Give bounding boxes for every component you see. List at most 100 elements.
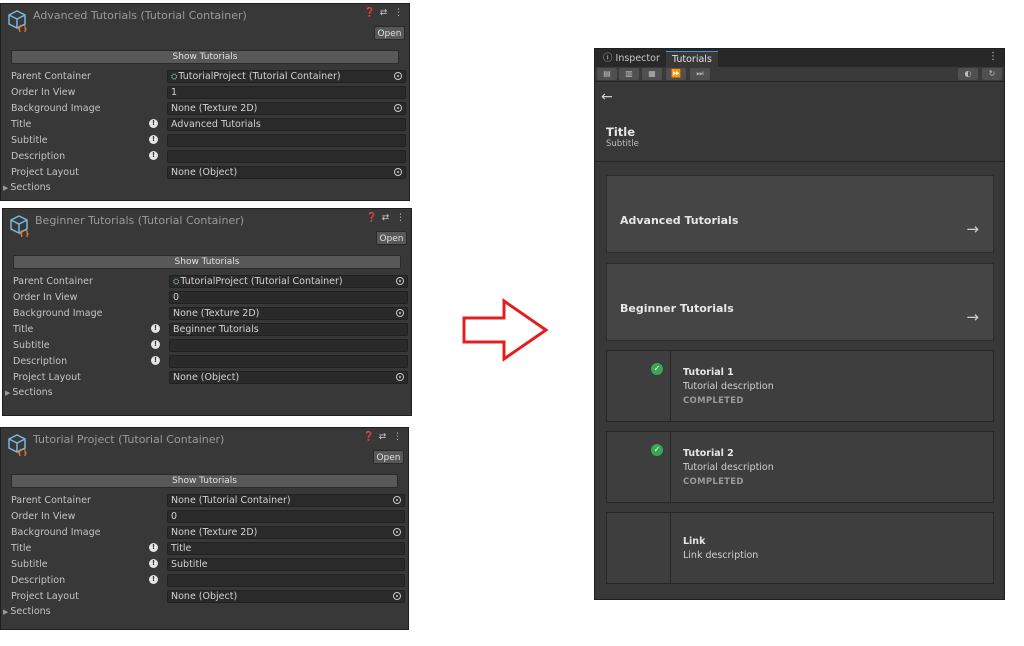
more-icon[interactable]: ⋮ — [396, 213, 405, 223]
row-parent-container: Parent Container ⛭TutorialProject (Tutori… — [3, 274, 411, 290]
warning-icon: ! — [151, 356, 160, 365]
more-icon[interactable]: ⋮ — [988, 51, 998, 62]
project-layout-field[interactable]: None (Object) — [169, 371, 408, 384]
row-background-image: Background Image None (Texture 2D) — [1, 525, 408, 541]
link-item[interactable]: Link Link description — [606, 512, 994, 584]
category-card-beginner[interactable]: Beginner Tutorials → — [606, 263, 994, 341]
open-button[interactable]: Open — [374, 26, 405, 40]
order-in-view-field[interactable]: 0 — [167, 510, 405, 523]
help-icon[interactable]: ❓ — [366, 213, 377, 223]
panel-title: Tutorial Project (Tutorial Container) — [33, 433, 225, 446]
check-icon: ✓ — [651, 444, 663, 456]
row-project-layout: Project Layout None (Object) — [3, 370, 411, 386]
skip-icon[interactable]: ⏭ — [690, 68, 710, 80]
settings-icon[interactable]: ⇄ — [378, 432, 387, 442]
open-button[interactable]: Open — [376, 231, 407, 245]
document-icon[interactable]: ▦ — [642, 68, 662, 80]
warning-icon: ! — [149, 119, 158, 128]
description-field[interactable] — [167, 574, 405, 587]
project-layout-field[interactable]: None (Object) — [167, 166, 406, 179]
tutorials-window: ⓘ Inspector Tutorials ⋮ ▤ ▥ ▦ ⏩ ⏭ ◐ ↻ ← … — [594, 48, 1005, 600]
open-button[interactable]: Open — [373, 450, 404, 464]
tutorial-item[interactable]: ✓ Tutorial 2 Tutorial description COMPLE… — [606, 431, 994, 503]
tutorial-container-icon: {} — [8, 10, 28, 32]
panel-header: {} Beginner Tutorials (Tutorial Containe… — [3, 209, 411, 253]
row-parent-container: Parent Container ⛭TutorialProject (Tutori… — [1, 69, 409, 85]
title-field[interactable]: Title — [167, 542, 405, 555]
parent-container-field[interactable]: ⛭TutorialProject (Tutorial Container) — [169, 275, 408, 288]
background-image-field[interactable]: None (Texture 2D) — [169, 307, 408, 320]
description-field[interactable] — [169, 355, 408, 368]
more-icon[interactable]: ⋮ — [394, 8, 403, 18]
title-field[interactable]: Advanced Tutorials — [167, 118, 406, 131]
object-picker-icon[interactable] — [394, 104, 402, 112]
foldout-arrow-icon: ▶ — [3, 184, 9, 192]
show-tutorials-button[interactable]: Show Tutorials — [13, 255, 401, 269]
subtitle-field[interactable] — [167, 134, 406, 147]
header-divider — [595, 161, 1004, 162]
panel-title: Beginner Tutorials (Tutorial Container) — [35, 214, 245, 227]
object-picker-icon[interactable] — [393, 528, 401, 536]
title-field[interactable]: Beginner Tutorials — [169, 323, 408, 336]
window-subtitle: Subtitle — [606, 139, 639, 149]
mask-icon[interactable]: ◐ — [958, 68, 978, 80]
help-icon[interactable]: ❓ — [364, 8, 375, 18]
window-title: Title — [606, 125, 636, 139]
settings-icon[interactable]: ⇄ — [379, 8, 388, 18]
inspector-panel-beginner: {} Beginner Tutorials (Tutorial Containe… — [2, 208, 412, 416]
sections-foldout[interactable]: ▶ Sections — [1, 181, 409, 195]
info-icon: ⓘ — [603, 53, 616, 64]
order-in-view-field[interactable]: 0 — [169, 291, 408, 304]
row-subtitle: Subtitle! Subtitle — [1, 557, 408, 573]
row-description: Description! — [3, 354, 411, 370]
background-image-field[interactable]: None (Texture 2D) — [167, 526, 405, 539]
parent-container-field[interactable]: ⛭TutorialProject (Tutorial Container) — [167, 70, 406, 83]
svg-text:{}: {} — [17, 25, 28, 32]
refresh-icon[interactable]: ↻ — [982, 68, 1002, 80]
object-picker-icon[interactable] — [396, 373, 404, 381]
order-in-view-field[interactable]: 1 — [167, 86, 406, 99]
tutorial-container-icon: {} — [10, 215, 30, 237]
object-picker-icon[interactable] — [394, 168, 402, 176]
tab-tutorials[interactable]: Tutorials — [666, 51, 718, 68]
row-subtitle: Subtitle! — [1, 133, 409, 149]
subtitle-field[interactable]: Subtitle — [167, 558, 405, 571]
settings-icon[interactable]: ⇄ — [381, 213, 390, 223]
status-label: COMPLETED — [683, 396, 744, 406]
foldout-arrow-icon: ▶ — [3, 608, 9, 616]
check-icon: ✓ — [651, 363, 663, 375]
object-picker-icon[interactable] — [393, 496, 401, 504]
back-arrow-icon[interactable]: ← — [601, 89, 613, 105]
background-image-field[interactable]: None (Texture 2D) — [167, 102, 406, 115]
sections-foldout[interactable]: ▶ Sections — [3, 386, 411, 400]
project-layout-field[interactable]: None (Object) — [167, 590, 405, 603]
warning-icon: ! — [151, 340, 160, 349]
grid-view-icon[interactable]: ▥ — [619, 68, 639, 80]
object-picker-icon[interactable] — [394, 72, 402, 80]
forward-arrow-icon: → — [966, 308, 979, 326]
sections-foldout[interactable]: ▶ Sections — [1, 605, 408, 619]
row-project-layout: Project Layout None (Object) — [1, 165, 409, 181]
object-picker-icon[interactable] — [393, 592, 401, 600]
object-picker-icon[interactable] — [396, 309, 404, 317]
tutorial-container-icon: ⛭ — [173, 277, 180, 286]
more-icon[interactable]: ⋮ — [393, 432, 402, 442]
toolbar: ▤ ▥ ▦ ⏩ ⏭ ◐ ↻ — [595, 67, 1004, 82]
svg-text:{}: {} — [19, 230, 30, 237]
parent-container-field[interactable]: None (Tutorial Container) — [167, 494, 405, 507]
show-tutorials-button[interactable]: Show Tutorials — [11, 50, 399, 64]
subtitle-field[interactable] — [169, 339, 408, 352]
help-icon[interactable]: ❓ — [363, 432, 374, 442]
description-field[interactable] — [167, 150, 406, 163]
tab-inspector[interactable]: ⓘ Inspector — [597, 51, 666, 67]
list-view-icon[interactable]: ▤ — [597, 68, 617, 80]
tutorial-item[interactable]: ✓ Tutorial 1 Tutorial description COMPLE… — [606, 350, 994, 422]
status-label: COMPLETED — [683, 477, 744, 487]
row-project-layout: Project Layout None (Object) — [1, 589, 408, 605]
row-title: Title! Advanced Tutorials — [1, 117, 409, 133]
object-picker-icon[interactable] — [396, 277, 404, 285]
show-tutorials-button[interactable]: Show Tutorials — [11, 474, 398, 488]
fast-forward-icon[interactable]: ⏩ — [666, 68, 686, 80]
tutorial-container-icon: ⛭ — [171, 72, 178, 81]
category-card-advanced[interactable]: Advanced Tutorials → — [606, 175, 994, 253]
